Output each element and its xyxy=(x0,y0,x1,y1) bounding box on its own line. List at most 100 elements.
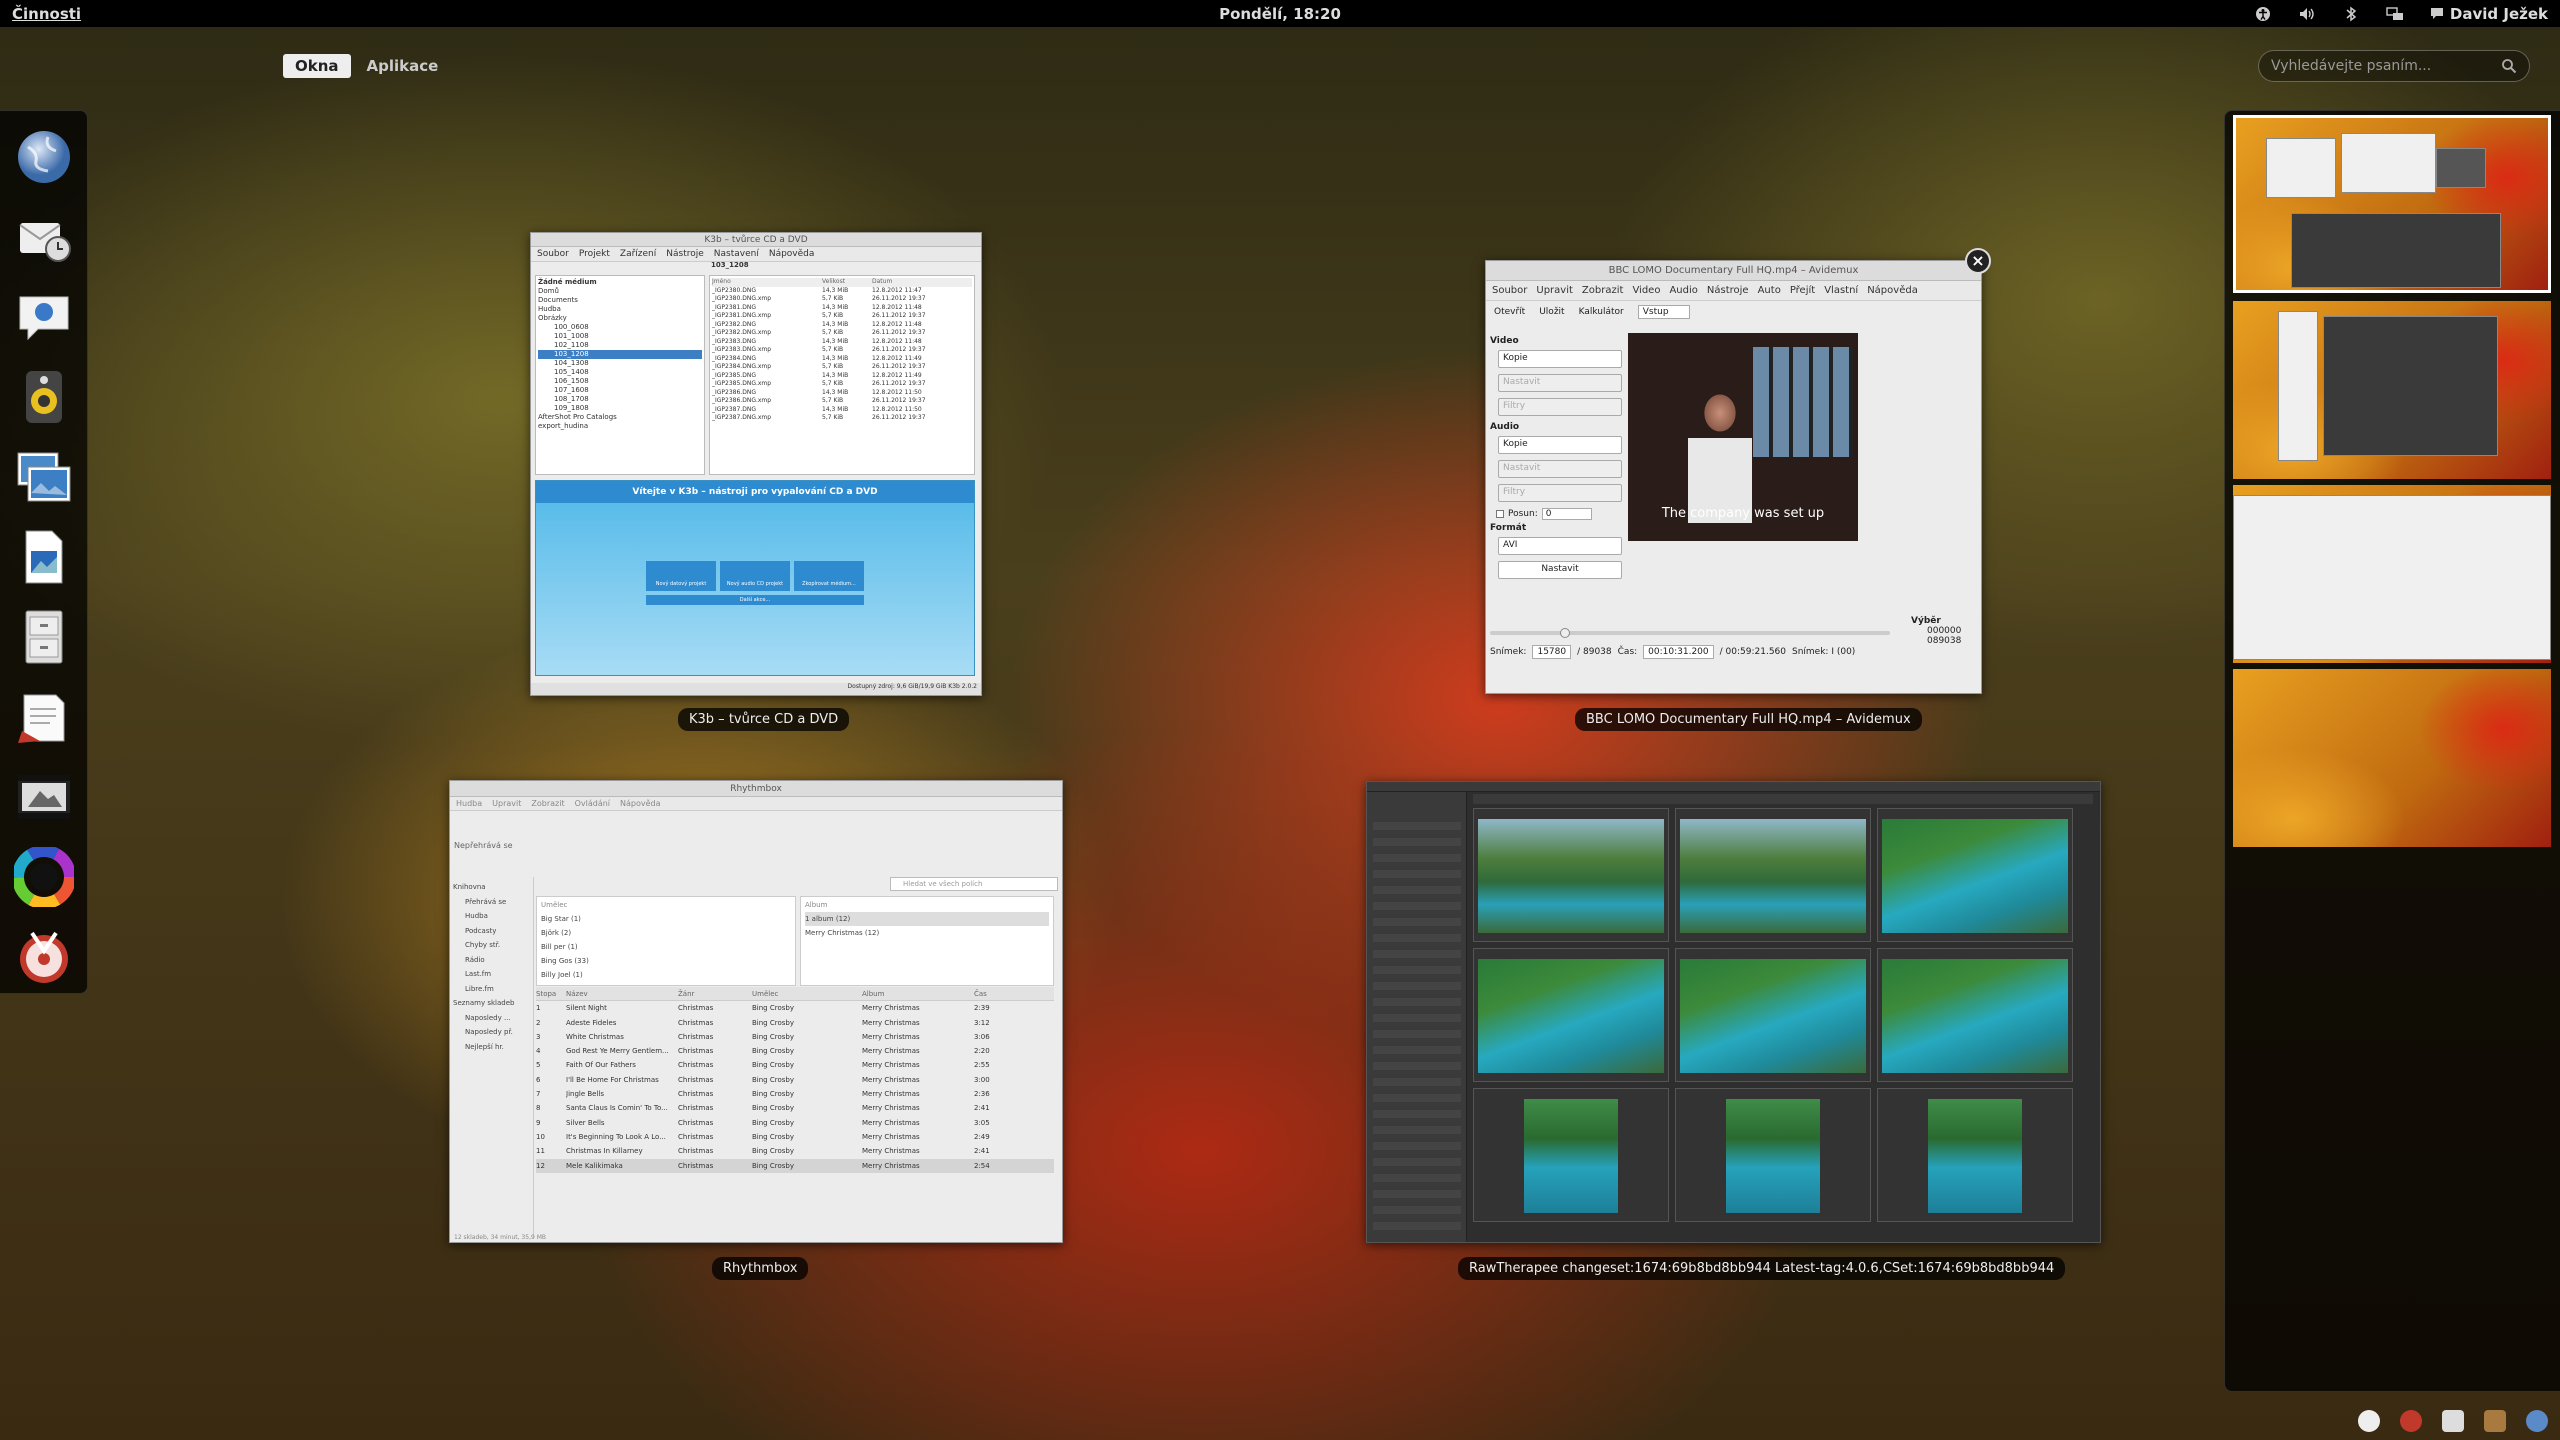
sidebar-item[interactable]: Nejlepší hr. xyxy=(453,1040,530,1055)
menu-item[interactable]: Nástroje xyxy=(1707,285,1749,296)
tree-item[interactable]: 100_0608 xyxy=(538,323,702,332)
sidebar-item[interactable]: Podcasty xyxy=(453,924,530,939)
thumbnail[interactable] xyxy=(1877,808,2073,942)
accessibility-icon[interactable] xyxy=(2254,6,2272,22)
format-configure-button[interactable]: Nastavit xyxy=(1498,561,1622,579)
tray-package-icon[interactable] xyxy=(2484,1410,2506,1432)
file-row[interactable]: _IGP2386.DNG 14,3 MiB 12.8.2012 11:50 xyxy=(712,389,972,398)
sidebar-item[interactable]: Naposledy ... xyxy=(453,1011,530,1026)
artist-item[interactable]: Bill per (1) xyxy=(541,940,791,954)
shift-input[interactable]: 0 xyxy=(1541,508,1592,520)
table-row[interactable]: 11 Christmas In Killarney Christmas Bing Cr… xyxy=(536,1144,1054,1158)
tree-item[interactable]: Documents xyxy=(538,296,702,305)
file-row[interactable]: _IGP2382.DNG.xmp 5,7 KiB 26.11.2012 19:37 xyxy=(712,329,972,338)
sidebar-item[interactable]: Libre.fm xyxy=(453,982,530,997)
sidebar-item[interactable]: Chyby stř. xyxy=(453,938,530,953)
column-header[interactable]: Název xyxy=(566,987,678,1001)
menu-item[interactable]: Zobrazit xyxy=(531,799,564,808)
file-row[interactable]: _IGP2386.DNG.xmp 5,7 KiB 26.11.2012 19:37 xyxy=(712,397,972,406)
menu-item[interactable]: Upravit xyxy=(492,799,521,808)
clock[interactable]: Pondělí, 18:20 xyxy=(0,5,2560,23)
tree-item[interactable]: Obrázky xyxy=(538,314,702,323)
video-editor-launcher[interactable] xyxy=(10,763,78,831)
new-audio-cd-button[interactable]: Nový audio CD projekt xyxy=(720,561,790,591)
tray-document-icon[interactable] xyxy=(2442,1410,2464,1432)
menu-item[interactable]: Nápověda xyxy=(620,799,661,808)
workspace-thumbnail[interactable] xyxy=(2233,669,2551,847)
chat-launcher[interactable] xyxy=(10,283,78,351)
menu-item[interactable]: Auto xyxy=(1758,285,1781,296)
video-configure-button[interactable]: Nastavit xyxy=(1498,374,1622,392)
network-icon[interactable] xyxy=(2386,6,2404,22)
time-input[interactable]: 00:10:31.200 xyxy=(1643,645,1714,659)
table-row[interactable]: 12 Mele Kalikimaka Christmas Bing Crosby Mer… xyxy=(536,1158,1054,1173)
input-select[interactable]: Vstup xyxy=(1637,305,1690,319)
timeline-slider[interactable] xyxy=(1490,628,1890,638)
window-caption-avidemux[interactable]: BBC LOMO Documentary Full HQ.mp4 – Avide… xyxy=(1575,708,1922,731)
menu-item[interactable]: Audio xyxy=(1669,285,1697,296)
tray-app-icon[interactable] xyxy=(2358,1410,2380,1432)
sidebar-item[interactable]: Přehrává se xyxy=(453,895,530,910)
tree-item[interactable]: Žádné médium xyxy=(538,278,702,287)
tree-item[interactable]: 108_1708 xyxy=(538,395,702,404)
tree-item[interactable]: 109_1808 xyxy=(538,404,702,413)
tree-item[interactable]: 104_1308 xyxy=(538,359,702,368)
file-manager-launcher[interactable] xyxy=(10,603,78,671)
table-row[interactable]: 8 Santa Claus Is Comin' To To... Christmas… xyxy=(536,1101,1054,1115)
thumbnail[interactable] xyxy=(1473,1088,1669,1222)
column-header[interactable]: Jméno xyxy=(712,278,822,287)
table-row[interactable]: 6 I'll Be Home For Christmas Christmas Bing… xyxy=(536,1073,1054,1087)
save-button[interactable]: Uložit xyxy=(1539,307,1564,317)
artist-item[interactable]: Björk (2) xyxy=(541,926,791,940)
tree-item[interactable]: 107_1608 xyxy=(538,386,702,395)
menu-item[interactable]: Soubor xyxy=(1492,285,1527,296)
tree-item[interactable]: AfterShot Pro Catalogs xyxy=(538,413,702,422)
thumbnail[interactable] xyxy=(1675,808,1871,942)
menu-item[interactable]: Přejít xyxy=(1790,285,1815,296)
window-preview-rhythmbox[interactable]: Rhythmbox Hudba Upravit Zobrazit Ovládán… xyxy=(449,780,1063,1243)
tree-item[interactable]: 101_1008 xyxy=(538,332,702,341)
frame-input[interactable]: 15780 xyxy=(1532,645,1572,659)
column-header[interactable]: Datum xyxy=(872,278,972,287)
thumbnail[interactable] xyxy=(1473,808,1669,942)
sidebar-item[interactable]: Naposledy př. xyxy=(453,1025,530,1040)
artist-item[interactable]: Big Star (1) xyxy=(541,912,791,926)
file-row[interactable]: _IGP2380.DNG.xmp 5,7 KiB 26.11.2012 19:37 xyxy=(712,295,972,304)
file-row[interactable]: _IGP2387.DNG.xmp 5,7 KiB 26.11.2012 19:37 xyxy=(712,414,972,423)
web-browser-launcher[interactable] xyxy=(10,123,78,191)
workspace-thumbnail[interactable] xyxy=(2233,115,2551,293)
table-row[interactable]: 3 White Christmas Christmas Bing Crosby Merr… xyxy=(536,1030,1054,1044)
thumbnail[interactable] xyxy=(1675,948,1871,1082)
k3b-launcher[interactable] xyxy=(10,923,78,991)
image-viewer-launcher[interactable] xyxy=(10,443,78,511)
file-row[interactable]: _IGP2384.DNG 14,3 MiB 12.8.2012 11:49 xyxy=(712,355,972,364)
column-header[interactable]: Žánr xyxy=(678,987,752,1001)
menu-item[interactable]: Projekt xyxy=(579,249,610,259)
window-preview-k3b[interactable]: K3b – tvůrce CD a DVD Soubor Projekt Zař… xyxy=(530,232,982,696)
file-row[interactable]: _IGP2387.DNG 14,3 MiB 12.8.2012 11:50 xyxy=(712,406,972,415)
text-editor-launcher[interactable] xyxy=(10,683,78,751)
tab-windows[interactable]: Okna xyxy=(283,54,351,78)
shift-checkbox[interactable] xyxy=(1496,510,1504,518)
tree-item[interactable]: Hudba xyxy=(538,305,702,314)
sidebar-item[interactable]: Last.fm xyxy=(453,967,530,982)
menu-item[interactable]: Video xyxy=(1632,285,1660,296)
audio-filters-button[interactable]: Filtry xyxy=(1498,484,1622,502)
video-codec-select[interactable]: Kopie xyxy=(1498,350,1622,368)
more-actions-button[interactable]: Další akce... xyxy=(646,595,864,605)
format-select[interactable]: AVI xyxy=(1498,537,1622,555)
artist-item[interactable]: Bing Gos (33) xyxy=(541,954,791,968)
file-row[interactable]: _IGP2382.DNG 14,3 MiB 12.8.2012 11:48 xyxy=(712,321,972,330)
menu-item[interactable]: Nápověda xyxy=(1867,285,1918,296)
window-caption-k3b[interactable]: K3b – tvůrce CD a DVD xyxy=(678,708,850,731)
menu-item[interactable]: Nápověda xyxy=(769,249,815,259)
file-row[interactable]: _IGP2385.DNG.xmp 5,7 KiB 26.11.2012 19:37 xyxy=(712,380,972,389)
table-row[interactable]: 5 Faith Of Our Fathers Christmas Bing Crosb… xyxy=(536,1058,1054,1072)
video-filters-button[interactable]: Filtry xyxy=(1498,398,1622,416)
music-player-launcher[interactable] xyxy=(10,363,78,431)
thumbnail[interactable] xyxy=(1877,1088,2073,1222)
menu-item[interactable]: Hudba xyxy=(456,799,482,808)
tree-item[interactable]: Domů xyxy=(538,287,702,296)
file-row[interactable]: _IGP2381.DNG 14,3 MiB 12.8.2012 11:48 xyxy=(712,304,972,313)
table-row[interactable]: 9 Silver Bells Christmas Bing Crosby Merry C… xyxy=(536,1116,1054,1130)
